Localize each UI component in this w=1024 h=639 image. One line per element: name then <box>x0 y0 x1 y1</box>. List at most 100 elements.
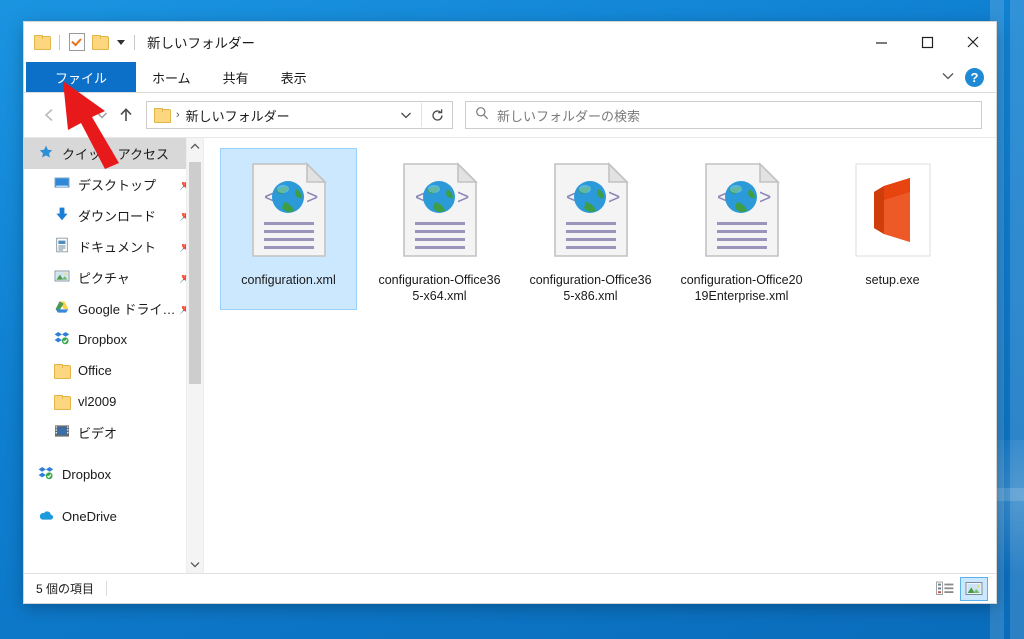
tab-view[interactable]: 表示 <box>265 62 323 92</box>
view-mode-buttons <box>932 576 988 601</box>
file-name: setup.exe <box>865 273 920 287</box>
back-button[interactable] <box>36 101 64 129</box>
sidebar-item-quick-access[interactable]: クイック アクセス <box>24 138 203 169</box>
explorer-body: クイック アクセス デスクトップ 📌 ダウンロード 📌 <box>24 137 996 573</box>
tab-file[interactable]: ファイル <box>26 62 136 92</box>
sidebar-item-dropbox[interactable]: Dropbox <box>24 459 203 490</box>
help-icon[interactable]: ? <box>965 67 984 87</box>
sidebar-item-desktop[interactable]: デスクトップ 📌 <box>24 169 203 200</box>
tab-share[interactable]: 共有 <box>207 62 265 92</box>
onedrive-icon <box>38 507 54 526</box>
file-item[interactable]: < > configuration-Office365-x64.xml <box>371 148 508 310</box>
sidebar-item-label: ビデオ <box>78 426 118 441</box>
sidebar-item-label: クイック アクセス <box>62 147 169 162</box>
sidebar-item-label: Google ドライ… <box>78 302 176 317</box>
details-view-button[interactable] <box>932 578 958 600</box>
svg-text:>: > <box>608 186 620 209</box>
refresh-icon[interactable] <box>422 103 452 127</box>
status-separator <box>106 581 108 596</box>
sidebar-gap-1 <box>24 448 203 459</box>
svg-text:>: > <box>306 186 318 209</box>
up-button[interactable] <box>112 101 140 129</box>
xml-file-icon: < > <box>392 152 488 268</box>
svg-text:>: > <box>457 186 469 209</box>
large-icons-view-button[interactable] <box>960 576 988 601</box>
xml-file-icon: < > <box>694 152 790 268</box>
documents-icon <box>54 237 70 256</box>
sidebar-item-label: ドキュメント <box>78 240 157 255</box>
tab-home[interactable]: ホーム <box>136 62 207 92</box>
qat-separator-2 <box>134 34 135 50</box>
xml-file-icon: < > <box>241 152 337 268</box>
sidebar-item-label: ピクチャ <box>78 271 130 286</box>
search-placeholder: 新しいフォルダーの検索 <box>497 108 641 124</box>
forward-button[interactable] <box>64 101 92 129</box>
desktop-icon <box>54 175 70 194</box>
file-list-view[interactable]: < > configuration.xml < > configuration-… <box>203 138 996 573</box>
breadcrumb-item-0[interactable]: 新しいフォルダー <box>186 106 290 125</box>
recent-locations-button[interactable] <box>92 101 112 129</box>
file-item[interactable]: < > configuration-Office2019Enterprise.x… <box>673 148 810 310</box>
status-bar: 5 個の項目 <box>24 573 996 603</box>
sidebar-item-dropbox-nested[interactable]: Dropbox <box>24 324 203 355</box>
new-folder-icon[interactable] <box>92 35 109 50</box>
sidebar-item-videos[interactable]: ビデオ <box>24 417 203 448</box>
sidebar-item-label: Office <box>78 363 112 378</box>
file-item[interactable]: < > configuration-Office365-x86.xml <box>522 148 659 310</box>
file-explorer-window: 新しいフォルダー ファイル ホーム 共有 表示 ? › 新しいフォルダー 新しい… <box>24 22 996 603</box>
sidebar-item-onedrive[interactable]: OneDrive <box>24 501 203 532</box>
properties-icon[interactable] <box>69 33 85 51</box>
download-icon <box>54 206 70 225</box>
sidebar-item-google-drive[interactable]: Google ドライ… 📌 <box>24 293 203 324</box>
scroll-up-icon[interactable] <box>187 138 203 155</box>
maximize-button[interactable] <box>904 22 950 62</box>
sidebar-item-office[interactable]: Office <box>24 355 203 386</box>
window-controls <box>858 22 996 62</box>
window-title: 新しいフォルダー <box>147 36 255 51</box>
minimize-button[interactable] <box>858 22 904 62</box>
sidebar-item-label: Dropbox <box>78 332 128 347</box>
qat-separator-1 <box>59 34 60 50</box>
sidebar-item-downloads[interactable]: ダウンロード 📌 <box>24 200 203 231</box>
navigation-scrollbar[interactable] <box>186 138 203 573</box>
sidebar-gap-2 <box>24 490 203 501</box>
videos-icon <box>54 423 70 442</box>
sidebar-item-label: vl2009 <box>78 394 117 409</box>
sidebar-item-pictures[interactable]: ピクチャ 📌 <box>24 262 203 293</box>
file-name: configuration.xml <box>241 273 336 287</box>
sidebar-item-label: デスクトップ <box>78 178 157 193</box>
file-name: configuration-Office365-x64.xml <box>378 273 501 303</box>
sidebar-item-label: Dropbox <box>62 467 112 482</box>
pictures-icon <box>54 268 70 287</box>
address-bar-row: › 新しいフォルダー 新しいフォルダーの検索 <box>24 93 996 137</box>
breadcrumb-separator: › <box>176 109 180 121</box>
quick-access-toolbar[interactable] <box>24 33 137 51</box>
sidebar-item-label: ダウンロード <box>78 209 157 224</box>
office-app-icon <box>845 152 941 268</box>
dropbox-icon <box>38 465 54 484</box>
svg-text:>: > <box>759 186 771 209</box>
search-box[interactable]: 新しいフォルダーの検索 <box>465 101 982 129</box>
close-button[interactable] <box>950 22 996 62</box>
desktop-logo-bar-vertical-2 <box>1010 0 1024 639</box>
ribbon-right-controls: ? <box>941 62 996 92</box>
breadcrumb[interactable]: › 新しいフォルダー <box>147 106 391 125</box>
ribbon-tab-strip: ファイル ホーム 共有 表示 ? <box>24 62 996 93</box>
file-item[interactable]: < > configuration.xml <box>220 148 357 310</box>
scroll-down-icon[interactable] <box>187 556 203 573</box>
google-drive-icon <box>54 299 70 318</box>
folder-icon <box>54 363 71 379</box>
item-count-label: 5 個の項目 <box>36 582 95 596</box>
address-bar[interactable]: › 新しいフォルダー <box>146 101 453 129</box>
file-item[interactable]: setup.exe <box>824 148 961 310</box>
dropbox-icon <box>54 330 70 349</box>
sidebar-item-vl2009[interactable]: vl2009 <box>24 386 203 417</box>
folder-icon[interactable] <box>34 35 51 50</box>
qat-dropdown-icon[interactable] <box>117 39 125 45</box>
address-dropdown-icon[interactable] <box>391 103 421 127</box>
star-icon <box>38 144 54 163</box>
chevron-down-icon[interactable] <box>941 68 955 86</box>
sidebar-item-documents[interactable]: ドキュメント 📌 <box>24 231 203 262</box>
scrollbar-thumb[interactable] <box>189 162 201 384</box>
title-bar: 新しいフォルダー <box>24 22 996 62</box>
